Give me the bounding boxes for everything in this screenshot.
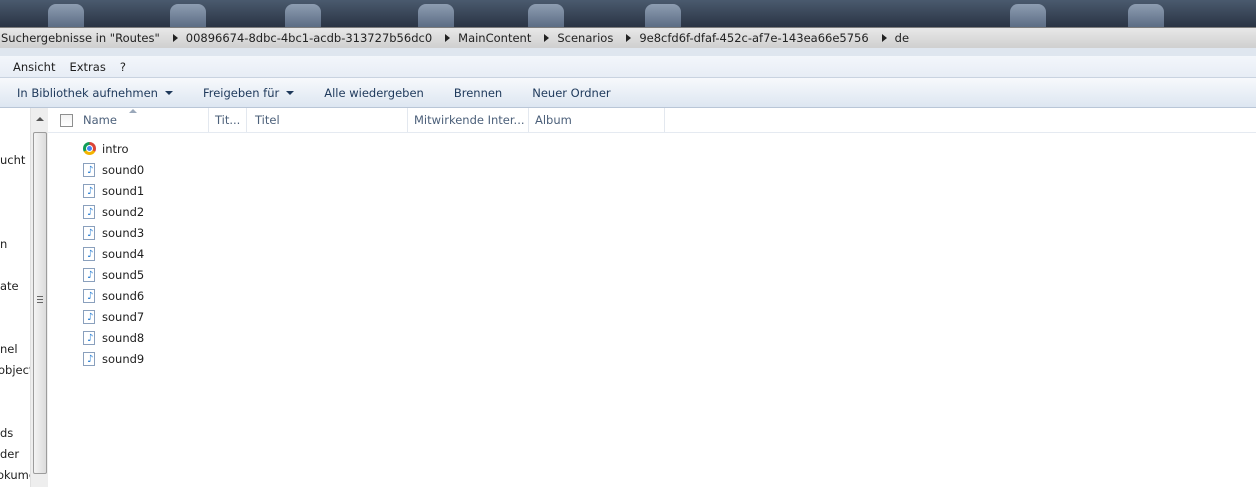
- file-row-intro[interactable]: intro: [48, 139, 648, 160]
- column-header-row: Name Tit... Titel Mitwirkende Inter... A…: [48, 108, 1256, 133]
- file-row[interactable]: ♪ sound6: [48, 286, 648, 307]
- breadcrumb-maincontent[interactable]: MainContent: [457, 31, 535, 45]
- share-with-label: Freigeben für: [202, 85, 280, 100]
- toolbar-gap: [0, 48, 1256, 56]
- nav-item[interactable]: der: [0, 447, 19, 461]
- menu-help[interactable]: ?: [114, 60, 134, 74]
- breadcrumb-arrow-icon[interactable]: [626, 34, 632, 42]
- audio-file-icon: ♪: [83, 226, 97, 241]
- burn-button[interactable]: Brennen: [439, 78, 517, 107]
- file-row[interactable]: ♪ sound1: [48, 181, 648, 202]
- file-name: sound5: [102, 268, 145, 282]
- column-header-album[interactable]: Album: [529, 108, 665, 132]
- file-name: sound8: [102, 331, 145, 345]
- file-list: intro ♪ sound0 ♪ sound1 ♪ sound2 ♪ sound…: [48, 139, 648, 370]
- desktop-icon: [1128, 4, 1164, 27]
- nav-item[interactable]: okume: [0, 468, 30, 482]
- new-folder-label: Neuer Ordner: [532, 85, 611, 100]
- select-all-checkbox[interactable]: [60, 114, 73, 127]
- desktop-strip: [0, 0, 1256, 27]
- file-list-pane: Name Tit... Titel Mitwirkende Inter... A…: [48, 108, 1256, 487]
- file-name: sound7: [102, 310, 145, 324]
- arrow-up-icon: [35, 116, 44, 121]
- nav-item[interactable]: ate: [0, 279, 19, 293]
- file-row[interactable]: ♪ sound0: [48, 160, 648, 181]
- grip-line: [37, 296, 43, 297]
- breadcrumb-guid-folder[interactable]: 00896674-8dbc-4bc1-acdb-313727b56dc0: [185, 31, 436, 45]
- desktop-icon: [528, 4, 564, 27]
- file-row[interactable]: ♪ sound8: [48, 328, 648, 349]
- file-row[interactable]: ♪ sound5: [48, 265, 648, 286]
- file-name: sound0: [102, 163, 145, 177]
- play-all-button[interactable]: Alle wiedergeben: [309, 78, 439, 107]
- file-name: sound1: [102, 184, 145, 198]
- column-header-title[interactable]: Titel: [249, 108, 408, 132]
- desktop-icon: [48, 4, 84, 27]
- breadcrumb-de[interactable]: de: [894, 31, 913, 45]
- audio-file-icon: ♪: [83, 247, 97, 262]
- breadcrumb-scenarios[interactable]: Scenarios: [556, 31, 617, 45]
- desktop-icon: [418, 4, 454, 27]
- audio-file-icon: ♪: [83, 352, 97, 367]
- file-row[interactable]: ♪ sound7: [48, 307, 648, 328]
- audio-file-icon: ♪: [83, 184, 97, 199]
- audio-file-icon: ♪: [83, 163, 97, 178]
- grip-line: [37, 299, 43, 300]
- breadcrumb-arrow-icon[interactable]: [172, 34, 178, 42]
- breadcrumb-arrow-icon[interactable]: [445, 34, 451, 42]
- file-name: sound9: [102, 352, 145, 366]
- desktop-icon: [645, 4, 681, 27]
- file-row[interactable]: ♪ sound4: [48, 244, 648, 265]
- column-header-track[interactable]: Tit...: [209, 108, 247, 132]
- file-name: sound4: [102, 247, 145, 261]
- burn-label: Brennen: [453, 85, 503, 100]
- chrome-icon: [83, 142, 97, 157]
- menu-ansicht[interactable]: Ansicht: [0, 60, 63, 74]
- file-name: intro: [102, 142, 129, 156]
- breadcrumb-search-results[interactable]: Suchergebnisse in "Routes": [0, 31, 164, 45]
- scroll-up-button[interactable]: [31, 110, 48, 127]
- column-header-contributing-artists[interactable]: Mitwirkende Inter...: [408, 108, 529, 132]
- nav-item[interactable]: object: [0, 363, 30, 377]
- file-row[interactable]: ♪ sound9: [48, 349, 648, 370]
- address-bar[interactable]: Suchergebnisse in "Routes" 00896674-8dbc…: [0, 27, 1256, 49]
- file-name: sound3: [102, 226, 145, 240]
- dropdown-caret-icon: [164, 90, 173, 95]
- scrollbar-thumb[interactable]: [33, 132, 47, 474]
- share-with-button[interactable]: Freigeben für: [188, 78, 309, 107]
- breadcrumb-scenario-guid[interactable]: 9e8cfd6f-dfaf-452c-af7e-143ea66e5756: [638, 31, 872, 45]
- audio-file-icon: ♪: [83, 310, 97, 325]
- include-in-library-label: In Bibliothek aufnehmen: [17, 85, 158, 100]
- file-name: sound6: [102, 289, 145, 303]
- breadcrumb-arrow-icon[interactable]: [544, 34, 550, 42]
- breadcrumb-arrow-icon[interactable]: [881, 34, 887, 42]
- nav-item[interactable]: ds: [0, 426, 13, 440]
- navigation-pane: ucht n ate nel object ds der okume: [0, 108, 30, 487]
- column-header-name[interactable]: Name: [77, 108, 209, 132]
- play-all-label: Alle wiedergeben: [324, 85, 424, 100]
- grip-line: [37, 302, 43, 303]
- desktop-icon: [170, 4, 206, 27]
- menu-extras[interactable]: Extras: [63, 60, 113, 74]
- desktop-icon: [1010, 4, 1046, 27]
- audio-file-icon: ♪: [83, 205, 97, 220]
- nav-scrollbar[interactable]: [30, 108, 49, 487]
- file-row[interactable]: ♪ sound3: [48, 223, 648, 244]
- new-folder-button[interactable]: Neuer Ordner: [517, 78, 625, 107]
- dropdown-caret-icon: [286, 90, 295, 95]
- desktop-icon: [285, 4, 321, 27]
- audio-file-icon: ♪: [83, 331, 97, 346]
- audio-file-icon: ♪: [83, 268, 97, 283]
- nav-item[interactable]: nel: [0, 342, 18, 356]
- file-row[interactable]: ♪ sound2: [48, 202, 648, 223]
- include-in-library-button[interactable]: In Bibliothek aufnehmen: [0, 78, 188, 107]
- menu-bar: Ansicht Extras ?: [0, 56, 1256, 78]
- nav-item[interactable]: n: [0, 237, 7, 251]
- command-bar: In Bibliothek aufnehmen Freigeben für Al…: [0, 78, 1256, 108]
- audio-file-icon: ♪: [83, 289, 97, 304]
- file-name: sound2: [102, 205, 145, 219]
- nav-item[interactable]: ucht: [0, 153, 25, 167]
